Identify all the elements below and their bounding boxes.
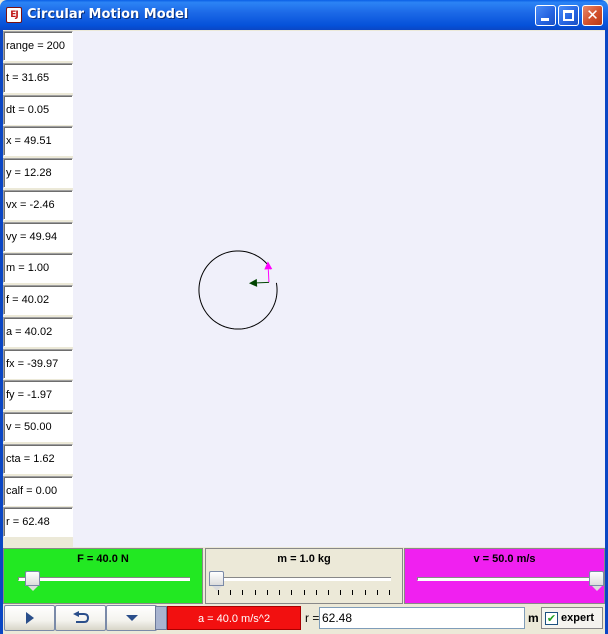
force-vector xyxy=(256,281,269,284)
expert-toggle[interactable]: ✔ expert xyxy=(541,607,603,629)
plot-canvas[interactable] xyxy=(73,31,605,547)
readout-field: y = 12.28 xyxy=(3,158,73,189)
app-icon[interactable]: EJ xyxy=(6,7,22,23)
control-bar: a = 40.0 m/s^2 r = m ✔ expert xyxy=(3,604,605,632)
title-bar[interactable]: EJ Circular Motion Model ✕ xyxy=(0,0,608,30)
readout-field: dt = 0.05 xyxy=(3,94,73,125)
readout-field: cta = 1.62 xyxy=(3,443,73,474)
mass-slider-thumb[interactable] xyxy=(209,571,224,591)
dropdown-triangle-icon xyxy=(125,615,138,621)
minimize-button[interactable] xyxy=(535,5,556,26)
radius-unit: m xyxy=(528,611,539,625)
close-icon: ✕ xyxy=(586,6,599,24)
readout-field: t = 31.65 xyxy=(3,62,73,93)
velocity-slider-panel: v = 50.0 m/s xyxy=(404,548,605,604)
slider-tick xyxy=(242,590,244,595)
force-slider-track[interactable] xyxy=(18,577,190,581)
readout-field: vy = 49.94 xyxy=(3,221,73,252)
expert-label: expert xyxy=(561,612,595,624)
readout-field: fy = -1.97 xyxy=(3,380,73,411)
force-arrowhead xyxy=(248,278,258,287)
slider-tick xyxy=(279,590,281,595)
force-slider-thumb[interactable] xyxy=(25,571,41,591)
readout-field: vx = -2.46 xyxy=(3,189,73,220)
readout-field: calf = 0.00 xyxy=(3,475,73,506)
slider-tick xyxy=(327,590,329,595)
force-slider-label: F = 40.0 N xyxy=(77,553,129,565)
readout-panel: range = 200 t = 31.65 dt = 0.05 x = 49.51 y … xyxy=(3,31,73,539)
slider-tick xyxy=(352,590,354,595)
play-button[interactable] xyxy=(4,605,55,631)
force-slider-panel: F = 40.0 N xyxy=(3,548,203,604)
slider-tick xyxy=(254,590,256,595)
readout-field: v = 50.00 xyxy=(3,412,73,443)
minimize-icon xyxy=(541,18,549,21)
status-indicator xyxy=(155,606,167,630)
mass-slider-ticks xyxy=(218,590,390,596)
slider-tick xyxy=(230,590,232,595)
slider-tick xyxy=(291,590,293,595)
slider-tick xyxy=(218,590,219,595)
step-button[interactable] xyxy=(106,605,157,631)
velocity-slider-label: v = 50.0 m/s xyxy=(473,553,536,565)
close-button[interactable]: ✕ xyxy=(582,5,603,26)
readout-field: r = 62.48 xyxy=(3,507,73,538)
slider-tick xyxy=(376,590,378,595)
readout-field: x = 49.51 xyxy=(3,126,73,157)
slider-tick xyxy=(364,590,366,595)
readout-field: m = 1.00 xyxy=(3,253,73,284)
slider-tick xyxy=(315,590,317,595)
reset-icon xyxy=(72,611,89,623)
velocity-slider-track[interactable] xyxy=(417,577,599,581)
mass-slider-panel: m = 1.0 kg xyxy=(205,548,403,604)
velocity-vector xyxy=(267,269,270,283)
mass-slider-track[interactable] xyxy=(215,577,391,581)
readout-field: a = 40.02 xyxy=(3,316,73,347)
maximize-button[interactable] xyxy=(558,5,579,26)
acceleration-status: a = 40.0 m/s^2 xyxy=(167,606,301,630)
slider-tick xyxy=(340,590,342,595)
orbit-circle xyxy=(198,250,278,330)
reset-button[interactable] xyxy=(55,605,106,631)
orbit-plot xyxy=(198,250,278,330)
mass-slider-label: m = 1.0 kg xyxy=(277,553,331,565)
radius-label: r = xyxy=(305,611,320,625)
play-icon xyxy=(25,612,34,624)
slider-tick xyxy=(389,590,390,595)
expert-checkbox[interactable]: ✔ xyxy=(545,611,558,625)
readout-field: f = 40.02 xyxy=(3,285,73,316)
velocity-slider-thumb[interactable] xyxy=(589,571,604,591)
slider-tick xyxy=(303,590,305,595)
maximize-icon xyxy=(563,10,574,21)
radius-input[interactable] xyxy=(319,607,525,629)
readout-field: fx = -39.97 xyxy=(3,348,73,379)
window-title: Circular Motion Model xyxy=(27,7,189,22)
readout-field: range = 200 xyxy=(3,31,73,61)
slider-tick xyxy=(266,590,268,595)
